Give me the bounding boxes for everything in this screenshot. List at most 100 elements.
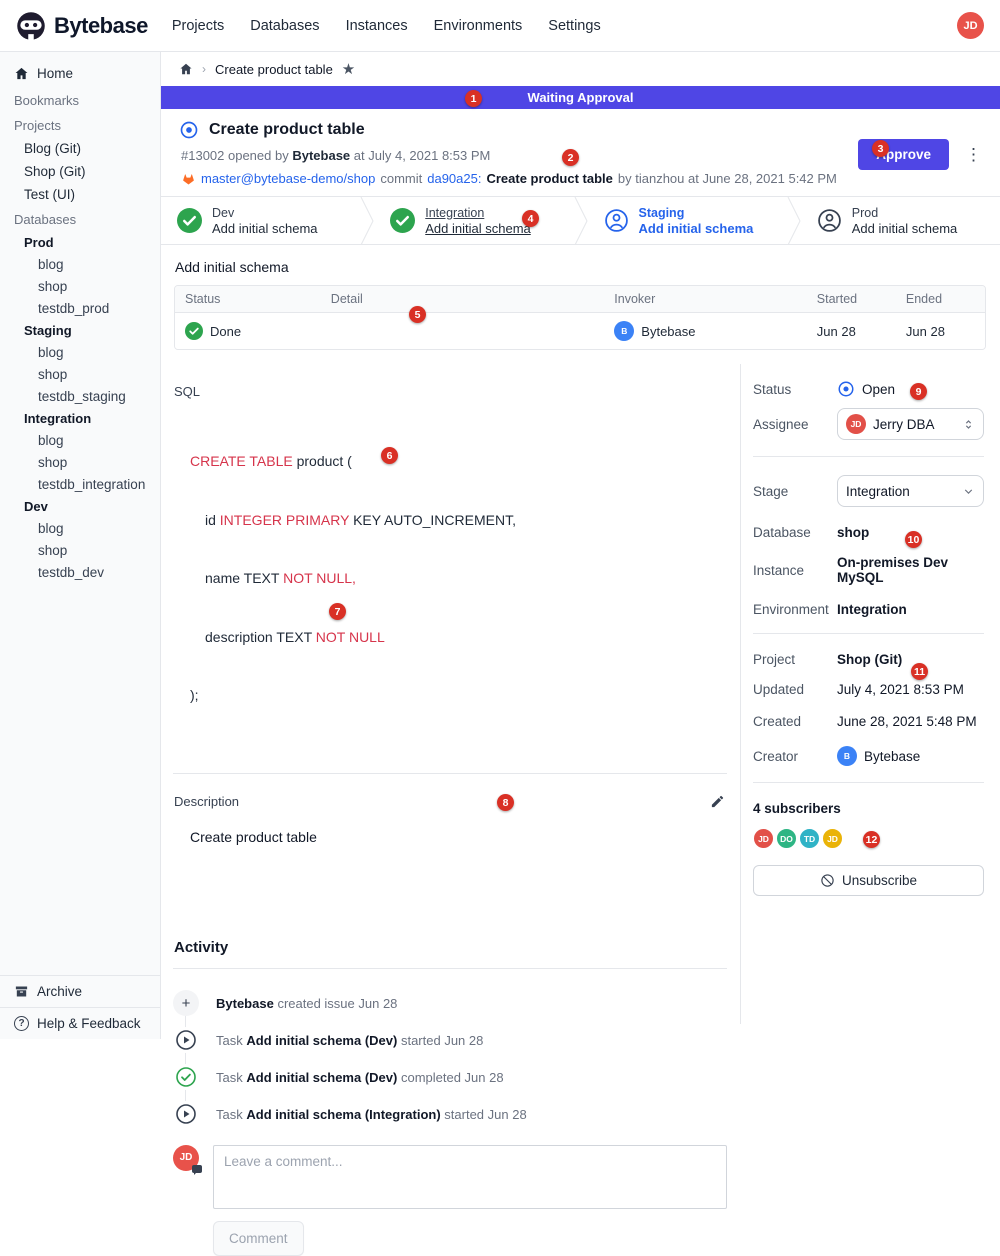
breadcrumb-home-icon[interactable] xyxy=(179,62,193,76)
brand-name: Bytebase xyxy=(54,13,148,39)
sidebar-group-prod: Prod blog shop testdb_prod xyxy=(0,231,160,319)
sidebar-env-prod: Prod xyxy=(0,231,160,253)
project-label: Project xyxy=(753,652,837,667)
user-avatar[interactable]: JD xyxy=(957,12,984,39)
environment-value: Integration xyxy=(837,602,984,617)
nav-projects[interactable]: Projects xyxy=(172,18,224,34)
database-label: Database xyxy=(753,525,837,540)
updown-chevron-icon xyxy=(962,418,975,431)
creator-value: B Bytebase xyxy=(837,746,984,766)
annotation-badge: 9 xyxy=(910,383,927,400)
task-ended: Jun 28 xyxy=(896,324,985,339)
updated-value: July 4, 2021 8:53 PM xyxy=(837,682,984,697)
column-detail: Detail xyxy=(321,286,605,312)
task-table-row[interactable]: Done B Bytebase Jun 28 Jun 28 xyxy=(175,313,985,349)
sidebar-item-archive[interactable]: Archive xyxy=(0,975,160,1007)
subscriber-avatar: TD xyxy=(799,828,820,849)
sidebar-item-help-feedback[interactable]: ? Help & Feedback xyxy=(0,1007,160,1039)
annotation-badge: 11 xyxy=(911,663,928,680)
stage-staging[interactable]: StagingAdd initial schema xyxy=(588,197,787,244)
main-content: › Create product table ★ Waiting Approva… xyxy=(161,52,1000,1039)
description-text[interactable]: Create product table xyxy=(190,829,727,939)
stage-integration[interactable]: IntegrationAdd initial schema xyxy=(374,197,573,244)
annotation-badge: 12 xyxy=(863,831,880,848)
commit-author: by tianzhou at June 28, 2021 5:42 PM xyxy=(618,171,837,186)
sidebar-group-dev: Dev blog shop testdb_dev xyxy=(0,495,160,583)
archive-icon xyxy=(14,984,29,999)
sidebar-db[interactable]: blog xyxy=(0,253,160,275)
sidebar-item-label: Archive xyxy=(37,984,82,999)
created-plus-icon: + xyxy=(173,990,199,1016)
comment-input[interactable] xyxy=(213,1145,727,1209)
column-started: Started xyxy=(807,286,896,312)
sidebar-header-bookmarks: Bookmarks xyxy=(0,87,160,112)
sidebar-db[interactable]: shop xyxy=(0,275,160,297)
task-invoker: Bytebase xyxy=(641,324,695,339)
bytebase-logo[interactable]: Bytebase xyxy=(16,11,148,41)
subscriber-avatar: DO xyxy=(776,828,797,849)
stage-pipeline: DevAdd initial schema IntegrationAdd ini… xyxy=(161,196,1000,245)
approve-button[interactable]: Approve xyxy=(858,139,949,170)
annotation-badge: 4 xyxy=(522,210,539,227)
commit-title: Create product table xyxy=(486,171,612,186)
creator-label: Creator xyxy=(753,749,837,764)
comment-button[interactable]: Comment xyxy=(213,1221,304,1256)
unsubscribe-button[interactable]: Unsubscribe xyxy=(753,865,984,896)
sidebar-db[interactable]: shop xyxy=(0,363,160,385)
stage-prod[interactable]: ProdAdd initial schema xyxy=(801,197,1000,244)
sidebar-db[interactable]: blog xyxy=(0,341,160,363)
annotation-badge: 6 xyxy=(381,447,398,464)
left-sidebar: Home Bookmarks Projects Blog (Git) Shop … xyxy=(0,52,161,1039)
edit-description-icon[interactable] xyxy=(708,792,727,811)
nav-settings[interactable]: Settings xyxy=(548,18,600,34)
issue-sidebar: Status Open Assignee JD Jerry DBA xyxy=(740,364,1000,1024)
task-table: Status Detail Invoker Started Ended Done… xyxy=(174,285,986,350)
sidebar-group-integration: Integration blog shop testdb_integration xyxy=(0,407,160,495)
annotation-badge: 5 xyxy=(409,306,426,323)
task-section: Add initial schema Status Detail Invoker… xyxy=(161,245,1000,364)
assignee-select[interactable]: JD Jerry DBA xyxy=(837,408,984,440)
sidebar-project-test[interactable]: Test (UI) xyxy=(0,183,160,206)
assignee-avatar: JD xyxy=(846,414,866,434)
annotation-badge: 8 xyxy=(497,794,514,811)
sidebar-db[interactable]: testdb_integration xyxy=(0,473,160,495)
sidebar-db[interactable]: testdb_prod xyxy=(0,297,160,319)
sidebar-db[interactable]: shop xyxy=(0,539,160,561)
comment-bubble-icon xyxy=(192,1165,202,1173)
stage-label: Stage xyxy=(753,484,837,499)
task-status: Done xyxy=(210,324,241,339)
nav-databases[interactable]: Databases xyxy=(250,18,319,34)
issue-title: Create product table xyxy=(209,121,365,139)
commit-hash-link[interactable]: da90a25: xyxy=(427,171,481,186)
sidebar-db[interactable]: shop xyxy=(0,451,160,473)
sidebar-db[interactable]: blog xyxy=(0,517,160,539)
more-actions-icon[interactable]: ⋮ xyxy=(961,144,986,165)
bookmark-star-icon[interactable]: ★ xyxy=(342,62,355,77)
column-status: Status xyxy=(175,286,321,312)
sidebar-db[interactable]: blog xyxy=(0,429,160,451)
invoker-avatar: B xyxy=(614,321,634,341)
environment-label: Environment xyxy=(753,602,837,617)
sidebar-item-label: Help & Feedback xyxy=(37,1016,141,1031)
sidebar-project-shop[interactable]: Shop (Git) xyxy=(0,160,160,183)
sidebar-project-blog[interactable]: Blog (Git) xyxy=(0,137,160,160)
top-navbar: Bytebase Projects Databases Instances En… xyxy=(0,0,1000,52)
chevron-down-icon xyxy=(962,485,975,498)
stage-select[interactable]: Integration xyxy=(837,475,984,507)
nav-environments[interactable]: Environments xyxy=(434,18,523,34)
waiting-approval-banner: Waiting Approval xyxy=(161,86,1000,109)
activity-heading: Activity xyxy=(174,939,727,956)
stage-separator xyxy=(360,197,374,244)
stage-dev[interactable]: DevAdd initial schema xyxy=(161,197,360,244)
stage-pending-icon xyxy=(817,208,842,233)
gitlab-icon xyxy=(181,172,196,186)
activity-list: + Bytebase created issue Jun 28 Task Add… xyxy=(173,985,727,1133)
annotation-badge: 1 xyxy=(465,90,482,107)
sidebar-item-home[interactable]: Home xyxy=(0,60,160,87)
commit-branch-link[interactable]: master@bytebase-demo/shop xyxy=(201,171,375,186)
nav-instances[interactable]: Instances xyxy=(346,18,408,34)
breadcrumb-current-page[interactable]: Create product table xyxy=(215,62,333,77)
divider xyxy=(753,782,984,783)
sidebar-db[interactable]: testdb_dev xyxy=(0,561,160,583)
sidebar-db[interactable]: testdb_staging xyxy=(0,385,160,407)
